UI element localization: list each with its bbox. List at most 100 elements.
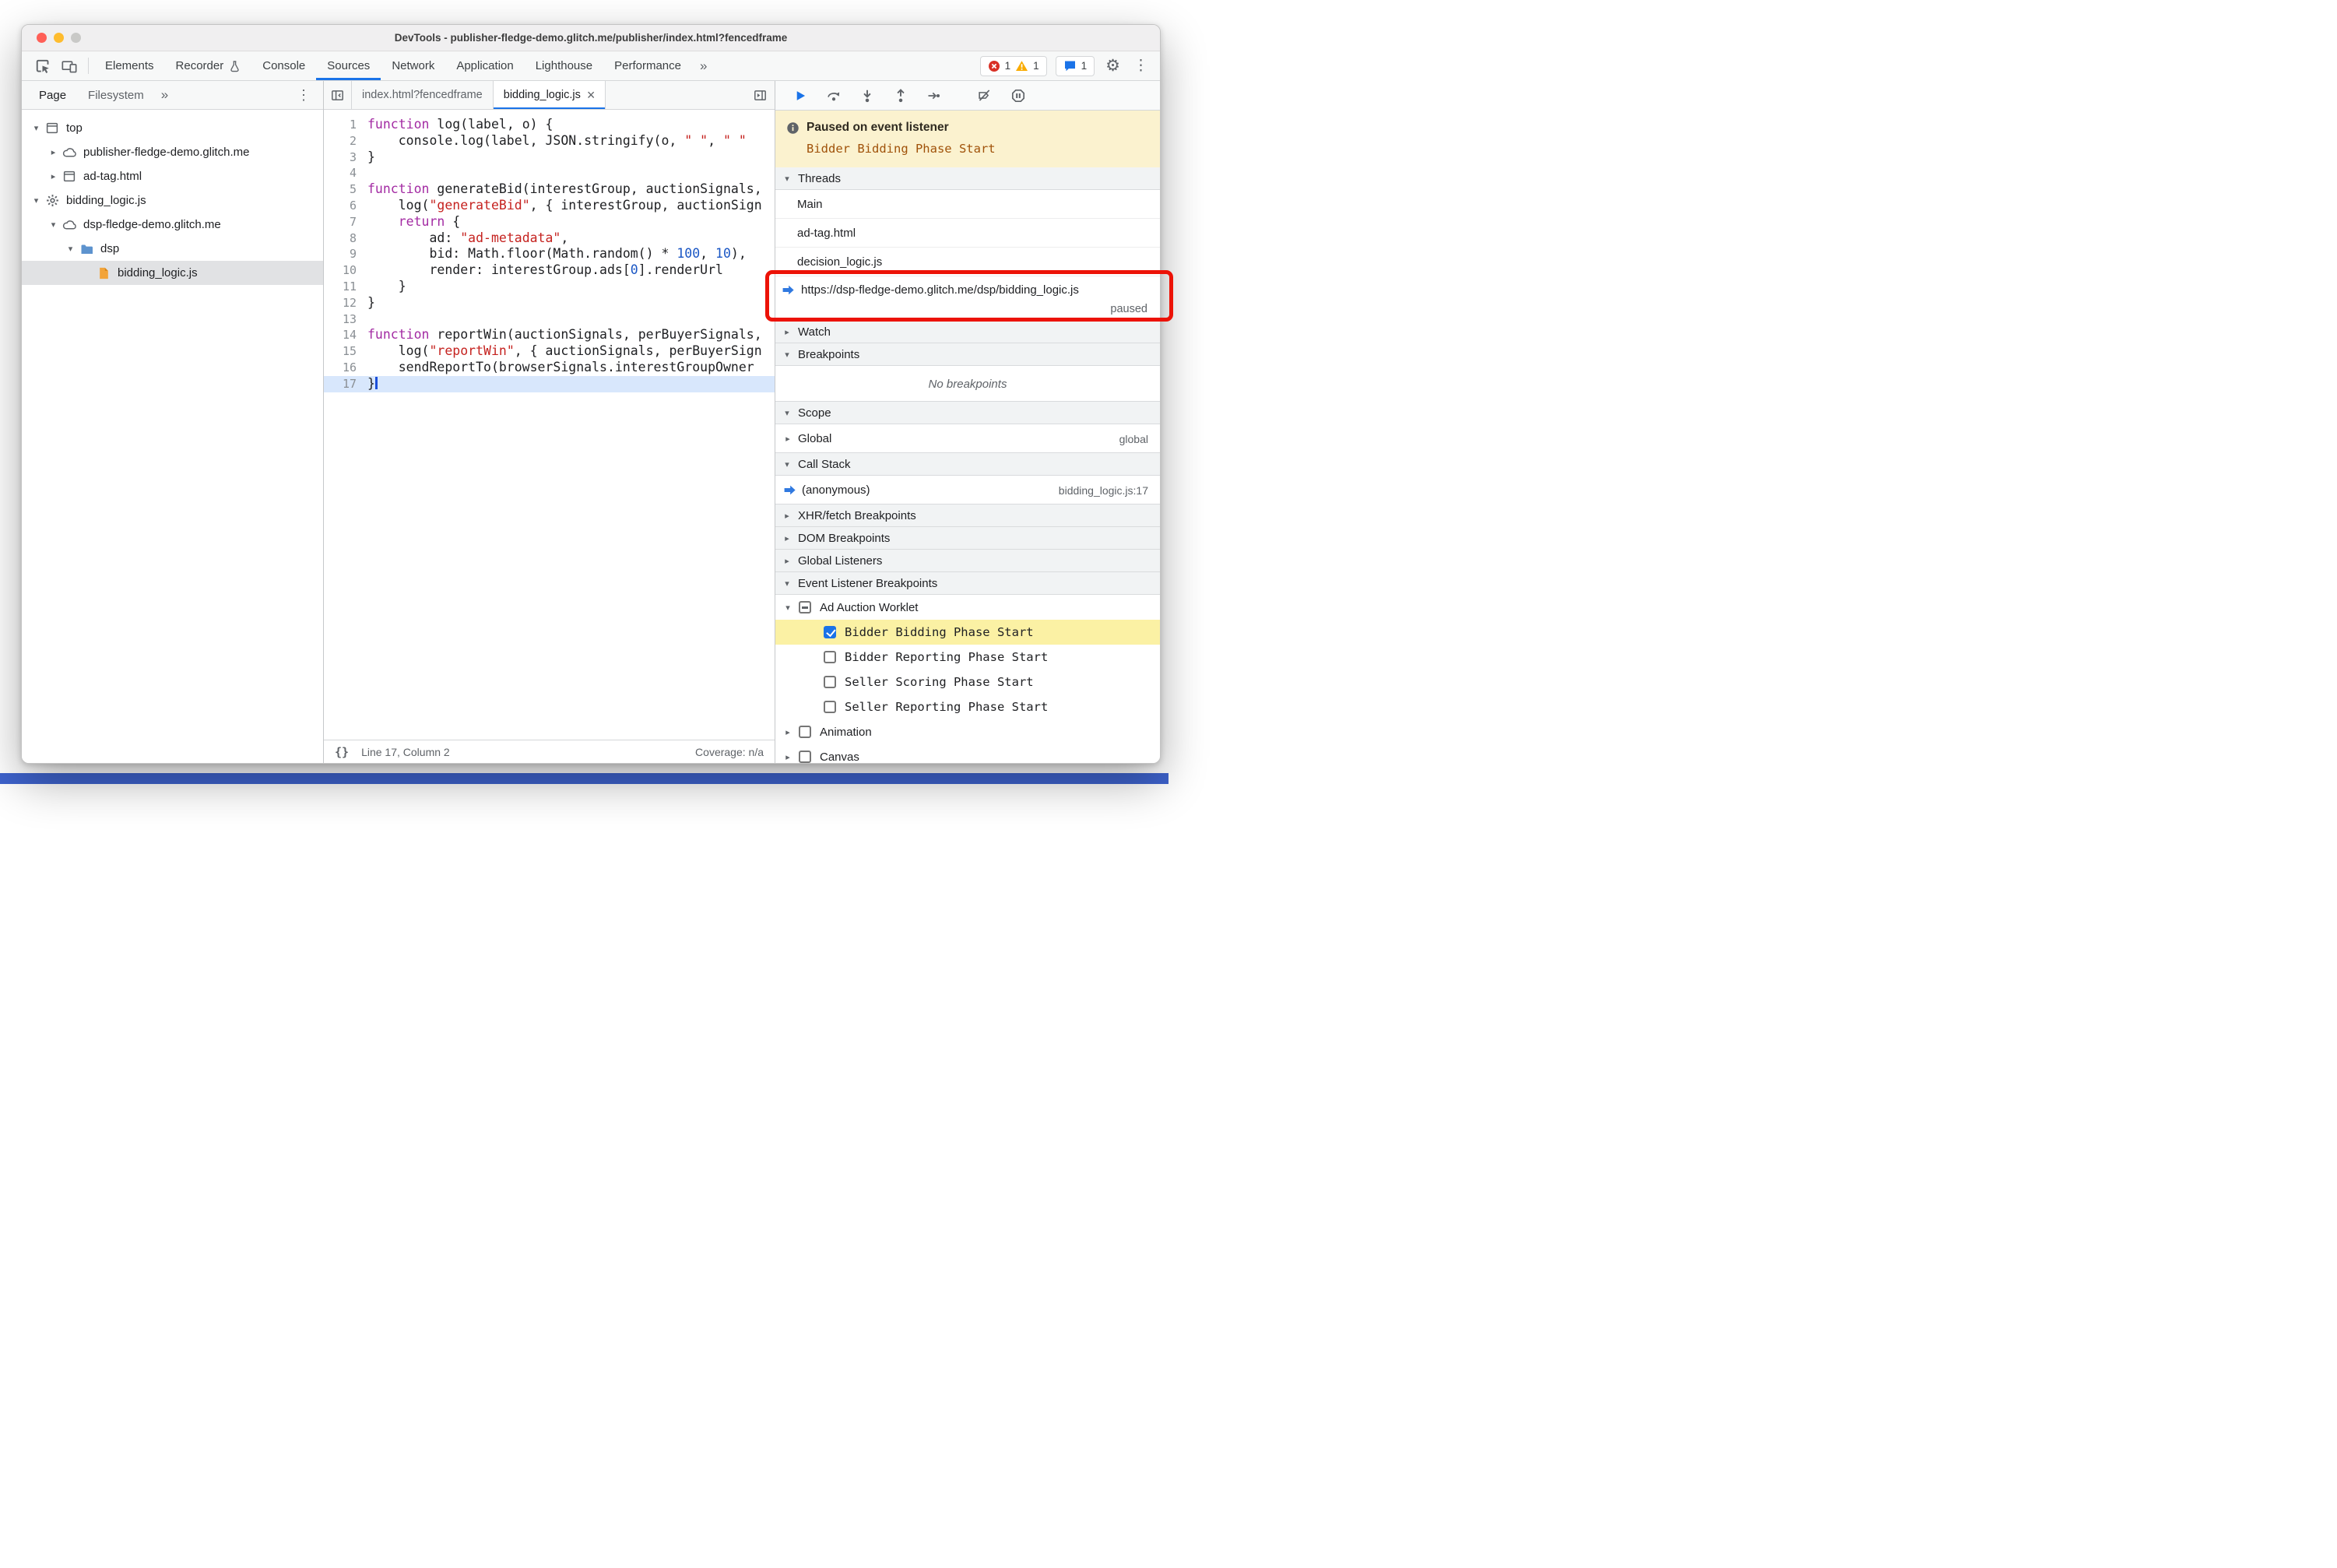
code-line-16[interactable]: 16 sendReportTo(browserSignals.interestG… bbox=[324, 360, 775, 376]
issues-badge[interactable]: 1 bbox=[1055, 55, 1095, 76]
code-line-2[interactable]: 2 console.log(label, JSON.stringify(o, "… bbox=[324, 133, 775, 149]
call-stack-frame[interactable]: (anonymous) bidding_logic.js:17 bbox=[775, 476, 1160, 505]
checkbox-animation[interactable] bbox=[799, 726, 811, 738]
section-header-event-listener-breakpoints[interactable]: ▾ Event Listener Breakpoints bbox=[775, 571, 1160, 595]
line-number[interactable]: 8 bbox=[324, 230, 367, 247]
navigator-kebab-icon[interactable]: ⋮ bbox=[289, 87, 318, 104]
expander-down-icon[interactable]: ▾ bbox=[47, 220, 60, 230]
navigator-tab-filesystem[interactable]: Filesystem bbox=[77, 81, 155, 109]
section-header-call-stack[interactable]: ▾ Call Stack bbox=[775, 452, 1160, 476]
code-editor[interactable]: 1 function log(label, o) {2 console.log(l… bbox=[324, 110, 775, 740]
code-line-9[interactable]: 9 bid: Math.floor(Math.random() * 100, 1… bbox=[324, 246, 775, 262]
code-line-5[interactable]: 5 function generateBid(interestGroup, auc… bbox=[324, 181, 775, 198]
section-header-global-listeners[interactable]: ▸ Global Listeners bbox=[775, 549, 1160, 572]
elb-group-animation[interactable]: ▸ Animation bbox=[775, 719, 1160, 744]
code-line-12[interactable]: 12} bbox=[324, 295, 775, 311]
devtools-tab-console[interactable]: Console bbox=[251, 51, 316, 80]
devtools-tab-performance[interactable]: Performance bbox=[603, 51, 692, 80]
resume-button[interactable] bbox=[783, 81, 817, 110]
code-line-3[interactable]: 3} bbox=[324, 149, 775, 166]
expander-right-icon[interactable]: ▸ bbox=[47, 171, 60, 181]
checkbox-seller-scoring-phase-start[interactable] bbox=[824, 676, 836, 688]
more-navigator-tabs-icon[interactable]: » bbox=[155, 87, 174, 103]
devtools-tab-recorder[interactable]: Recorder bbox=[165, 51, 252, 80]
code-line-17[interactable]: 17} bbox=[324, 375, 775, 392]
devtools-tab-network[interactable]: Network bbox=[381, 51, 445, 80]
code-line-13[interactable]: 13 bbox=[324, 311, 775, 328]
elb-item-seller-reporting-phase-start[interactable]: Seller Reporting Phase Start bbox=[775, 694, 1160, 719]
devtools-tab-application[interactable]: Application bbox=[445, 51, 524, 80]
pretty-print-icon[interactable]: {} bbox=[335, 745, 349, 759]
devtools-tab-lighthouse[interactable]: Lighthouse bbox=[525, 51, 603, 80]
expander-down-icon[interactable]: ▾ bbox=[64, 244, 77, 254]
line-number[interactable]: 5 bbox=[324, 181, 367, 198]
minimize-window-button[interactable] bbox=[54, 33, 64, 43]
pause-on-exceptions-button[interactable] bbox=[1001, 81, 1035, 110]
elb-item-bidder-reporting-phase-start[interactable]: Bidder Reporting Phase Start bbox=[775, 645, 1160, 670]
code-line-8[interactable]: 8 ad: "ad-metadata", bbox=[324, 230, 775, 247]
device-toolbar-icon[interactable] bbox=[56, 51, 83, 80]
section-header-watch[interactable]: ▸ Watch bbox=[775, 320, 1160, 343]
hide-navigator-icon[interactable] bbox=[324, 81, 352, 109]
code-line-14[interactable]: 14 function reportWin(auctionSignals, per… bbox=[324, 327, 775, 343]
section-header-breakpoints[interactable]: ▾ Breakpoints bbox=[775, 343, 1160, 366]
line-number[interactable]: 12 bbox=[324, 295, 367, 311]
thread-item-current[interactable]: https://dsp-fledge-demo.glitch.me/dsp/bi… bbox=[775, 276, 1160, 321]
deactivate-breakpoints-button[interactable] bbox=[968, 81, 1001, 110]
thread-item-ad-tag-html[interactable]: ad-tag.html bbox=[775, 219, 1160, 248]
thread-item-main[interactable]: Main bbox=[775, 190, 1160, 219]
elb-item-seller-scoring-phase-start[interactable]: Seller Scoring Phase Start bbox=[775, 670, 1160, 694]
line-number[interactable]: 1 bbox=[324, 117, 367, 133]
step-over-button[interactable] bbox=[817, 81, 850, 110]
close-window-button[interactable] bbox=[37, 33, 47, 43]
settings-gear-icon[interactable]: ⚙ bbox=[1103, 56, 1123, 76]
tree-item-dsp-fledge-demo-glitch-me[interactable]: ▾ dsp-fledge-demo.glitch.me bbox=[22, 213, 323, 237]
section-header-xhr-fetch-breakpoints[interactable]: ▸ XHR/fetch Breakpoints bbox=[775, 504, 1160, 527]
elb-item-bidder-bidding-phase-start[interactable]: Bidder Bidding Phase Start bbox=[775, 620, 1160, 645]
scope-item-global[interactable]: ▸ Global global bbox=[775, 424, 1160, 453]
code-line-15[interactable]: 15 log("reportWin", { auctionSignals, pe… bbox=[324, 343, 775, 360]
line-number[interactable]: 13 bbox=[324, 311, 367, 328]
section-header-threads[interactable]: ▾ Threads bbox=[775, 167, 1160, 190]
line-number[interactable]: 2 bbox=[324, 133, 367, 149]
line-number[interactable]: 15 bbox=[324, 343, 367, 360]
code-line-10[interactable]: 10 render: interestGroup.ads[0].renderUr… bbox=[324, 262, 775, 279]
line-number[interactable]: 9 bbox=[324, 246, 367, 262]
inspect-element-icon[interactable] bbox=[30, 51, 56, 80]
window-titlebar[interactable]: DevTools - publisher-fledge-demo.glitch.… bbox=[22, 25, 1160, 51]
tree-item-ad-tag-html[interactable]: ▸ ad-tag.html bbox=[22, 164, 323, 188]
code-line-4[interactable]: 4 bbox=[324, 165, 775, 181]
expander-down-icon[interactable]: ▾ bbox=[30, 123, 43, 133]
checkbox-canvas[interactable] bbox=[799, 751, 811, 763]
checkbox-bidder-bidding-phase-start[interactable] bbox=[824, 626, 836, 638]
devtools-tab-sources[interactable]: Sources bbox=[316, 51, 381, 80]
tree-item-publisher-fledge-demo-glitch-me[interactable]: ▸ publisher-fledge-demo.glitch.me bbox=[22, 140, 323, 164]
line-number[interactable]: 6 bbox=[324, 198, 367, 214]
errors-warnings-badge[interactable]: 1 1 bbox=[979, 55, 1047, 76]
section-header-dom-breakpoints[interactable]: ▸ DOM Breakpoints bbox=[775, 526, 1160, 550]
expander-right-icon[interactable]: ▸ bbox=[47, 147, 60, 157]
tree-item-bidding-logic-js[interactable]: ▾ bidding_logic.js bbox=[22, 188, 323, 213]
line-number[interactable]: 14 bbox=[324, 327, 367, 343]
code-line-7[interactable]: 7 return { bbox=[324, 214, 775, 230]
step-out-button[interactable] bbox=[884, 81, 917, 110]
editor-tab-index-html-fencedframe[interactable]: index.html?fencedframe bbox=[352, 81, 494, 109]
code-line-11[interactable]: 11 } bbox=[324, 279, 775, 295]
checkbox-bidder-reporting-phase-start[interactable] bbox=[824, 651, 836, 663]
elb-group-canvas[interactable]: ▸ Canvas bbox=[775, 744, 1160, 763]
line-number[interactable]: 17 bbox=[324, 376, 367, 392]
line-number[interactable]: 10 bbox=[324, 262, 367, 279]
tree-item-bidding-logic-js[interactable]: bidding_logic.js bbox=[22, 261, 323, 285]
code-line-6[interactable]: 6 log("generateBid", { interestGroup, au… bbox=[324, 198, 775, 214]
line-number[interactable]: 4 bbox=[324, 165, 367, 181]
fullscreen-window-button[interactable] bbox=[71, 33, 81, 43]
tree-item-top[interactable]: ▾ top bbox=[22, 116, 323, 140]
close-tab-icon[interactable]: × bbox=[587, 88, 596, 102]
editor-tab-bidding-logic-js[interactable]: bidding_logic.js × bbox=[493, 81, 606, 109]
expander-down-icon[interactable]: ▾ bbox=[30, 195, 43, 206]
navigator-tab-page[interactable]: Page bbox=[28, 81, 77, 109]
line-number[interactable]: 16 bbox=[324, 360, 367, 376]
more-tabs-icon[interactable]: » bbox=[692, 51, 715, 80]
section-header-scope[interactable]: ▾ Scope bbox=[775, 401, 1160, 424]
step-into-button[interactable] bbox=[850, 81, 884, 110]
